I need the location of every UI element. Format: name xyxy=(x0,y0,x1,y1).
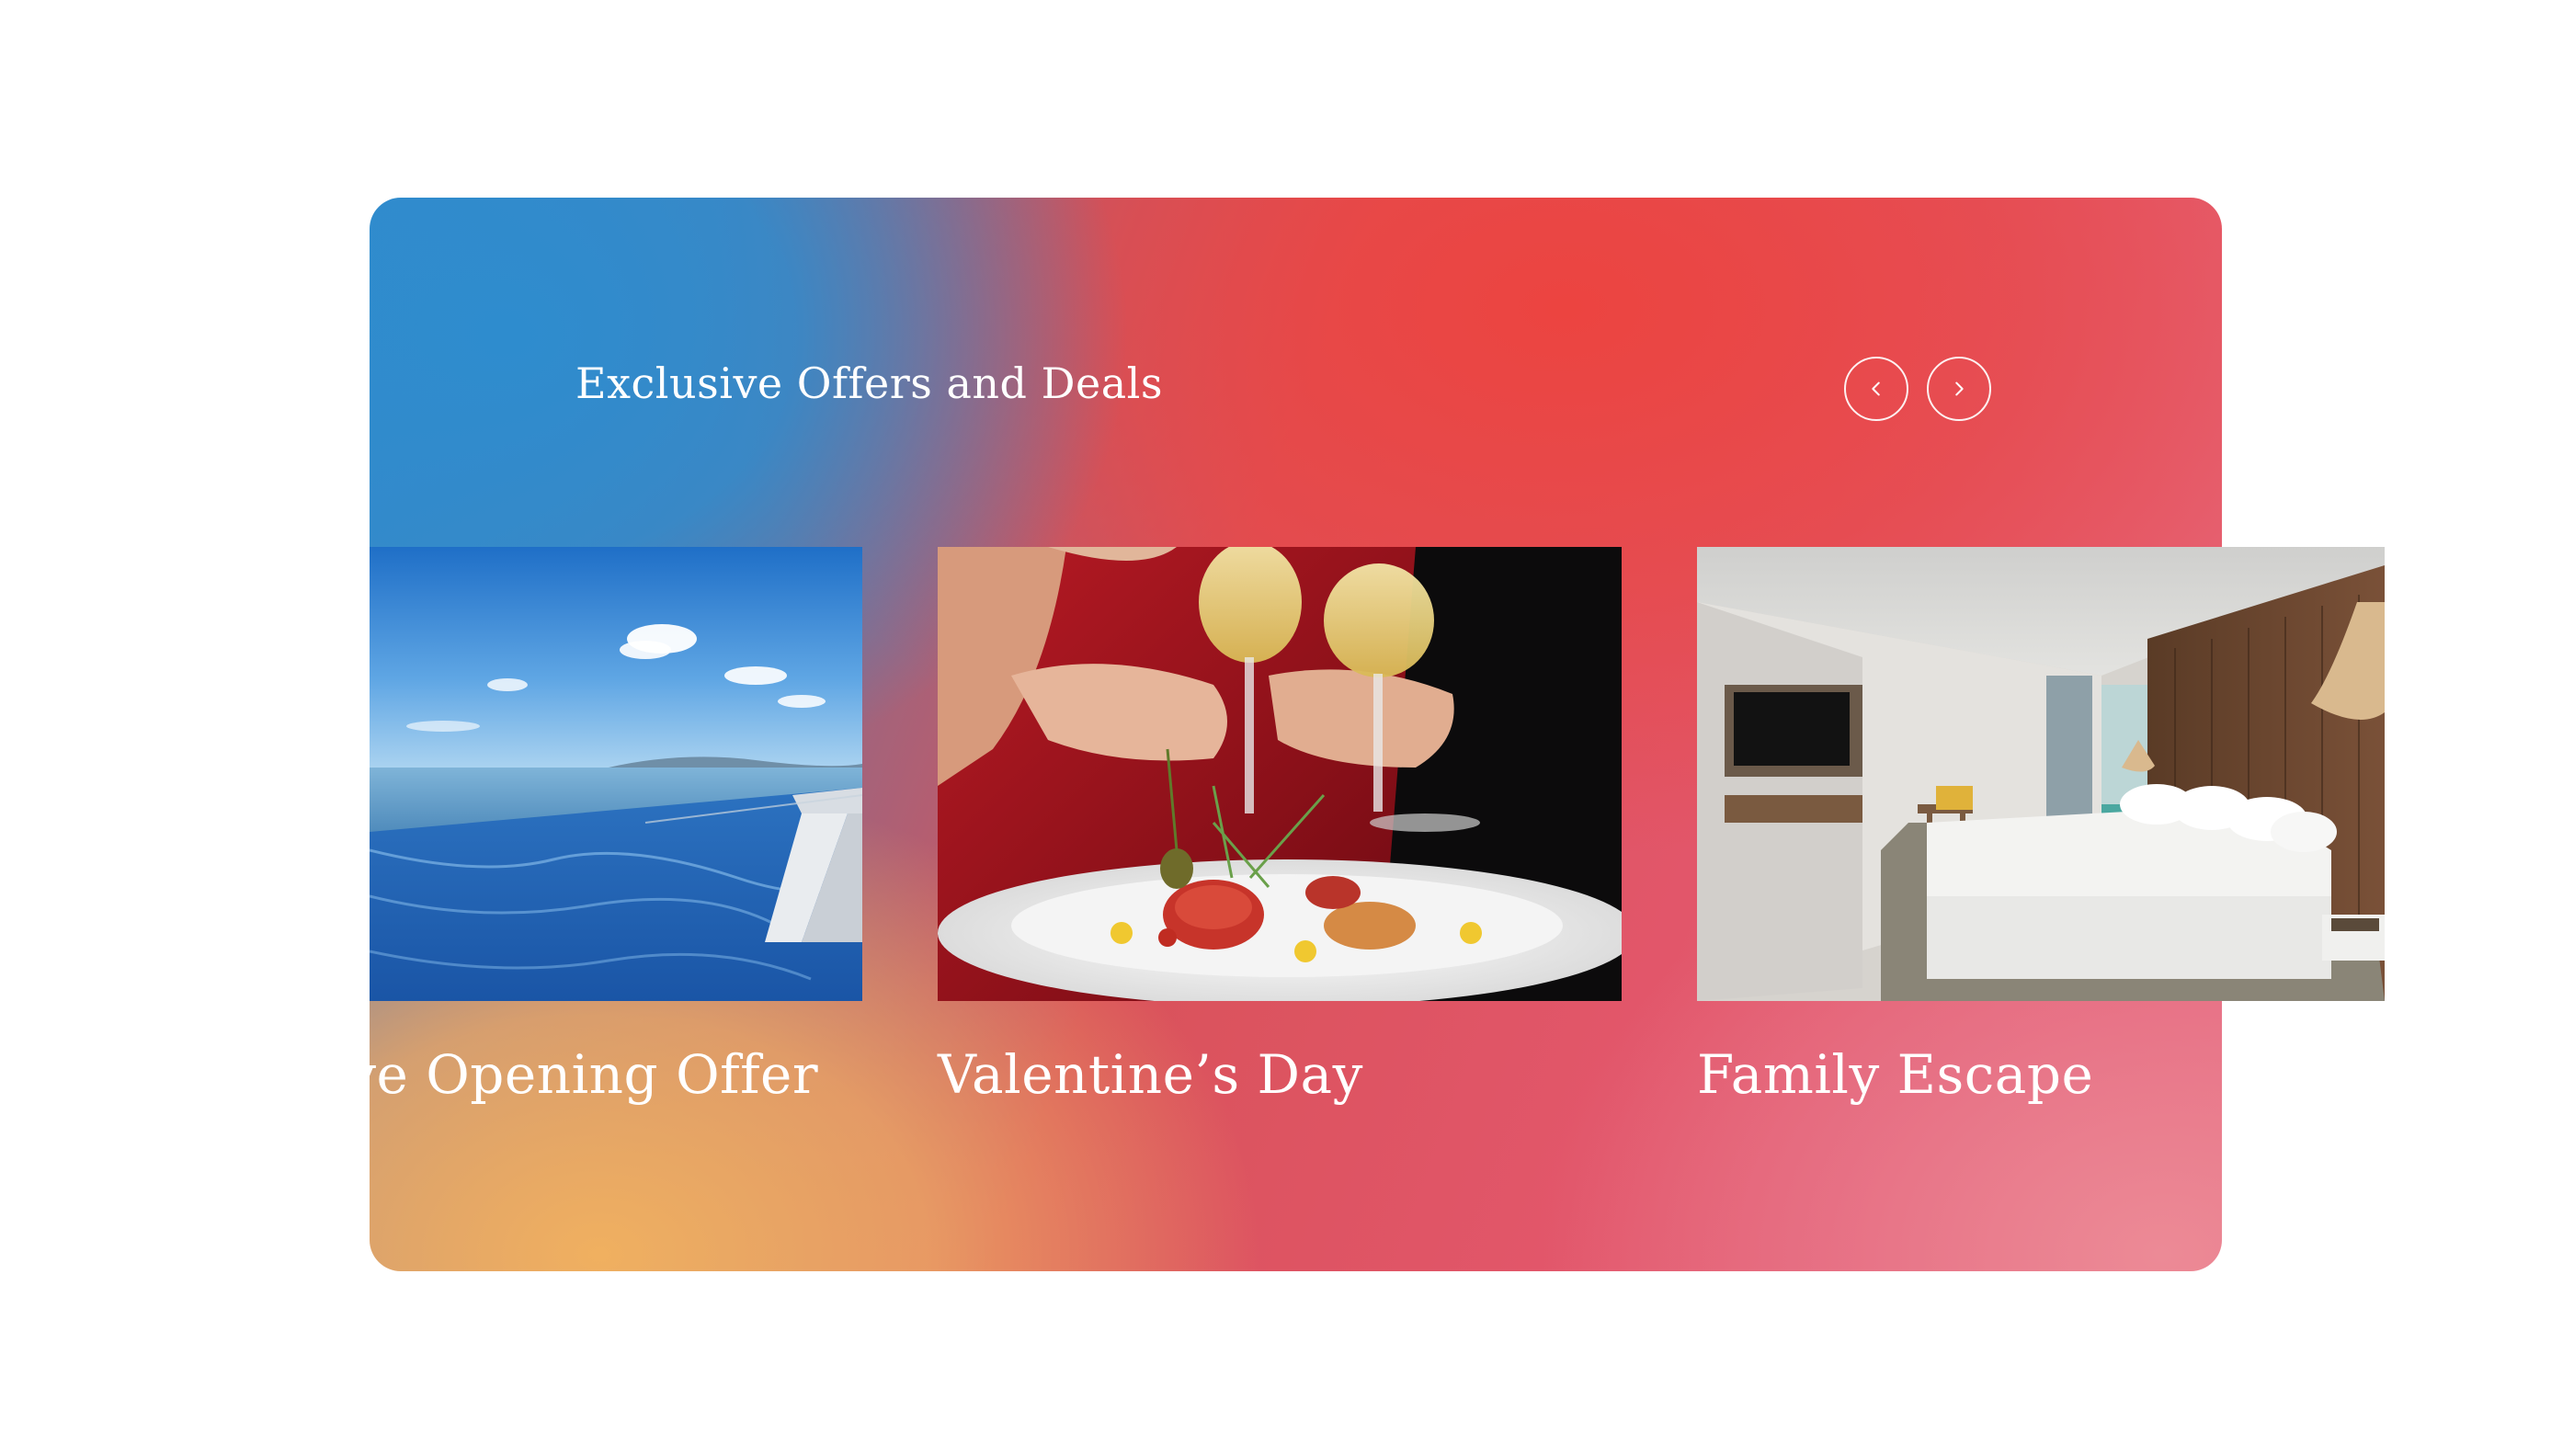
offer-title: Family Escape xyxy=(1697,1043,2094,1106)
offer-image-bedroom xyxy=(1697,547,2385,1001)
chevron-left-icon xyxy=(1872,381,1880,396)
carousel-prev-button[interactable] xyxy=(1844,357,1908,421)
offers-carousel: Valentine’s Day Family Escape xyxy=(370,547,2574,1190)
carousel-next-button[interactable] xyxy=(1927,357,1991,421)
offer-image-dinner xyxy=(938,547,1622,1001)
chevron-right-icon xyxy=(1955,381,1964,396)
section-title: Exclusive Offers and Deals xyxy=(575,358,1163,408)
page: Exclusive Offers and Deals e Opening Off… xyxy=(0,0,2574,1456)
offer-title: Valentine’s Day xyxy=(938,1043,1363,1106)
